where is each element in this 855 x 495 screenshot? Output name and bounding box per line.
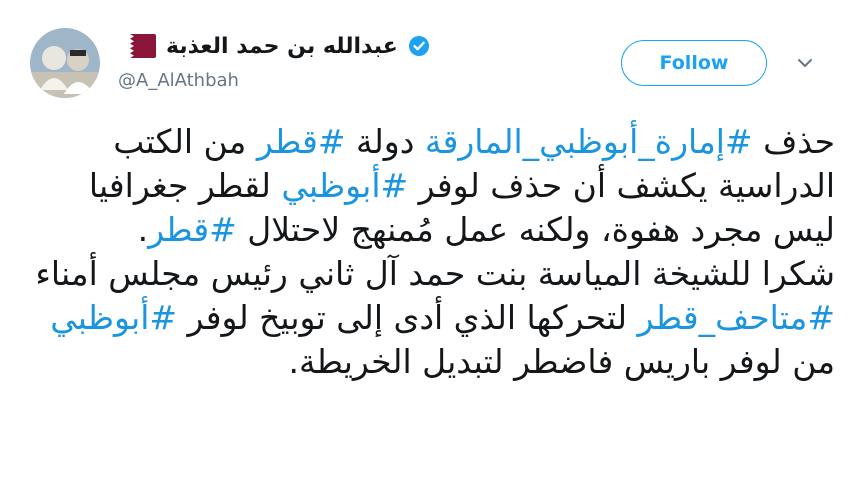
tweet-text: حذف #إمارة_أبوظبي_المارقة دولة #قطر من ا… <box>20 120 835 384</box>
follow-button[interactable]: Follow <box>621 40 767 86</box>
hashtag-link[interactable]: #أبوظبي <box>50 298 177 337</box>
tweet-text-segment: حذف <box>752 122 835 161</box>
hashtag-link[interactable]: #أبوظبي <box>281 166 408 205</box>
tweet-paragraph-1: حذف #إمارة_أبوظبي_المارقة دولة #قطر من ا… <box>20 120 835 252</box>
verified-badge-icon <box>408 35 430 57</box>
tweet-text-segment: . <box>137 210 149 249</box>
hashtag-link[interactable]: #قطر <box>257 122 346 161</box>
tweet-text-segment: دولة <box>345 122 425 161</box>
author-display-name[interactable]: عبدالله بن حمد العذبة <box>166 34 398 59</box>
author-name-row: عبدالله بن حمد العذبة <box>118 30 430 62</box>
qatar-flag-icon <box>118 34 156 58</box>
hashtag-link[interactable]: #إمارة_أبوظبي_المارقة <box>425 122 753 161</box>
chevron-down-icon[interactable] <box>796 54 814 72</box>
tweet-text-segment: لتحركها الذي أدى إلى توبيخ لوفر <box>177 298 638 337</box>
author-handle[interactable]: @A_AlAthbah <box>118 70 239 91</box>
avatar[interactable] <box>30 28 100 98</box>
hashtag-link[interactable]: #متاحف_قطر <box>638 298 835 337</box>
tweet-text-segment: من لوفر باريس فاضطر لتبديل الخريطة. <box>288 342 835 381</box>
tweet-text-segment: شكرا للشيخة المياسة بنت حمد آل ثاني رئيس… <box>35 254 835 293</box>
hashtag-link[interactable]: #قطر <box>148 210 237 249</box>
tweet-paragraph-2: شكرا للشيخة المياسة بنت حمد آل ثاني رئيس… <box>20 252 835 384</box>
